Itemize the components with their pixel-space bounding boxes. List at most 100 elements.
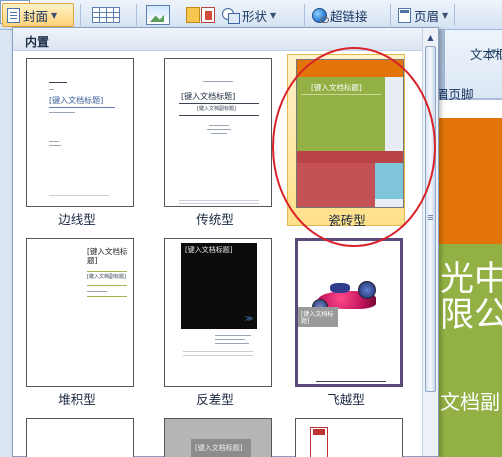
thumb-red-block — [313, 429, 325, 435]
thumb-line — [49, 89, 54, 90]
thumb-line — [49, 195, 109, 196]
chart-icon — [201, 7, 215, 23]
cover-option-row3-1[interactable] — [18, 414, 136, 457]
chart-button[interactable] — [201, 3, 215, 27]
thumbnail-preview — [295, 418, 403, 457]
shapes-label: 形状 — [242, 8, 268, 24]
document-title-line-2: 限公 — [440, 295, 502, 335]
cover-page-button[interactable]: 封面 ▼ — [2, 3, 74, 27]
thumbnail-preview: [键入文档标题] — [26, 58, 134, 207]
picture-icon — [146, 5, 170, 25]
document-title-line-1: 光中 — [440, 259, 502, 299]
clip-art-icon — [186, 7, 200, 23]
document-subtitle: 文档副 — [440, 390, 500, 414]
thumb-title: [键入文档标题] — [195, 444, 243, 452]
cover-option-traditional[interactable]: [键入文档标题] [键入文档副标题] 传统型 — [156, 54, 274, 227]
ribbon-divider — [454, 4, 455, 26]
globe-link-icon — [312, 7, 329, 23]
tile-red — [297, 163, 375, 207]
thumbnail-preview: [键入文档标题] — [296, 59, 404, 208]
tile-orange — [297, 60, 403, 77]
table-button[interactable] — [92, 3, 120, 27]
thumb-line — [183, 355, 253, 356]
ribbon-divider — [136, 4, 137, 26]
chevron-down-icon[interactable]: ▼ — [491, 48, 496, 56]
thumb-line — [179, 203, 259, 204]
thumb-subtitle: [键入文档副标题] — [87, 274, 126, 280]
cover-option-label: 传统型 — [196, 212, 234, 227]
scrollbar-thumb[interactable] — [425, 46, 436, 392]
header-icon — [398, 7, 411, 23]
cover-option-row3-2[interactable]: [键入文档标题] — [156, 414, 274, 457]
thumb-title: [键入文档标题] — [301, 311, 334, 326]
ribbon-divider — [390, 4, 391, 26]
cover-page-gallery: 内置 [键入文档标题] 边线型 [键入文档标题] [键入文档副标题] 传统型 [… — [12, 27, 439, 457]
thumbnail-preview: [键入文档标题] [键入文档副标题] — [26, 238, 134, 387]
thumb-line — [215, 335, 251, 336]
thumb-line — [49, 112, 75, 113]
thumbnail-preview — [26, 418, 134, 457]
cover-option-motion[interactable]: [键入文档标题] 飞越型 — [287, 234, 405, 407]
thumb-line — [87, 296, 127, 297]
thumb-line — [301, 94, 381, 95]
cover-option-tiles[interactable]: [键入文档标题] 瓷砖型 — [287, 54, 405, 228]
thumb-title: [键入文档标题] — [87, 247, 128, 265]
tile-light — [375, 199, 403, 207]
thumb-line — [87, 285, 127, 286]
tile-blue — [375, 163, 403, 199]
cover-option-label: 反差型 — [196, 392, 234, 407]
ribbon-divider — [80, 4, 81, 26]
header-label: 页眉 — [414, 8, 440, 24]
thumb-line — [179, 103, 259, 104]
chevron-down-icon: ▼ — [442, 10, 449, 20]
shapes-button[interactable]: 形状 ▼ — [222, 3, 276, 27]
thumb-line — [87, 271, 127, 272]
thumb-line — [215, 343, 249, 344]
gallery-scrollbar[interactable]: ▲ — [422, 28, 438, 456]
thumb-title: [键入文档标题] — [181, 92, 236, 101]
thumb-line — [316, 381, 386, 382]
thumb-title: [键入文档标题] — [49, 96, 104, 105]
cover-option-label: 飞越型 — [327, 392, 365, 407]
chevron-down-icon: ▼ — [270, 10, 277, 20]
cover-option-label: 瓷砖型 — [328, 213, 366, 228]
gallery-section-title: 内置 — [13, 28, 423, 51]
thumbnail-preview: [键入文档标题] — [164, 418, 272, 457]
thumb-line — [179, 200, 259, 201]
thumb-title: [键入文档标题] — [185, 246, 233, 254]
tile-red-strip — [385, 151, 403, 163]
shapes-icon — [222, 7, 240, 24]
cover-option-contrast[interactable]: [键入文档标题] ≫ 反差型 — [156, 234, 274, 407]
thumb-line — [183, 351, 253, 352]
clip-art-button[interactable] — [186, 3, 200, 27]
thumb-line — [49, 141, 59, 142]
ribbon-divider — [304, 4, 305, 26]
thumbnail-preview: [键入文档标题] — [295, 238, 403, 387]
thumb-line — [215, 339, 245, 340]
cover-page-icon — [7, 7, 20, 23]
cover-option-row3-3[interactable] — [287, 414, 405, 457]
chevron-down-icon: ▼ — [51, 10, 58, 20]
cover-option-sideline[interactable]: [键入文档标题] 边线型 — [18, 54, 136, 227]
thumb-line — [49, 145, 61, 146]
thumb-line — [203, 81, 233, 82]
cover-option-label: 堆积型 — [58, 392, 96, 407]
thumb-line — [209, 125, 229, 126]
document-orange-block — [438, 118, 502, 244]
textbox-label[interactable]: 文本框 — [470, 44, 502, 63]
insert-ribbon: 封面 ▼ 形状 ▼ 超链接 页眉 ▼ A — [0, 0, 502, 30]
cover-page-label: 封面 — [23, 8, 49, 24]
header-button[interactable]: 页眉 ▼ — [398, 3, 448, 27]
cover-option-label: 边线型 — [58, 212, 96, 227]
picture-button[interactable] — [146, 3, 170, 27]
scroll-up-arrow-icon[interactable]: ▲ — [423, 30, 438, 45]
thumb-line — [211, 133, 227, 134]
hyperlink-label: 超链接 — [330, 8, 368, 24]
thumbnail-preview: [键入文档标题] [键入文档副标题] — [164, 58, 272, 207]
thumb-line — [207, 129, 231, 130]
thumb-title: [键入文档标题] — [311, 83, 362, 92]
hyperlink-button[interactable]: 超链接 — [312, 3, 368, 27]
cover-option-stacks[interactable]: [键入文档标题] [键入文档副标题] 堆积型 — [18, 234, 136, 407]
tile-light — [385, 77, 403, 151]
table-icon — [92, 7, 120, 23]
